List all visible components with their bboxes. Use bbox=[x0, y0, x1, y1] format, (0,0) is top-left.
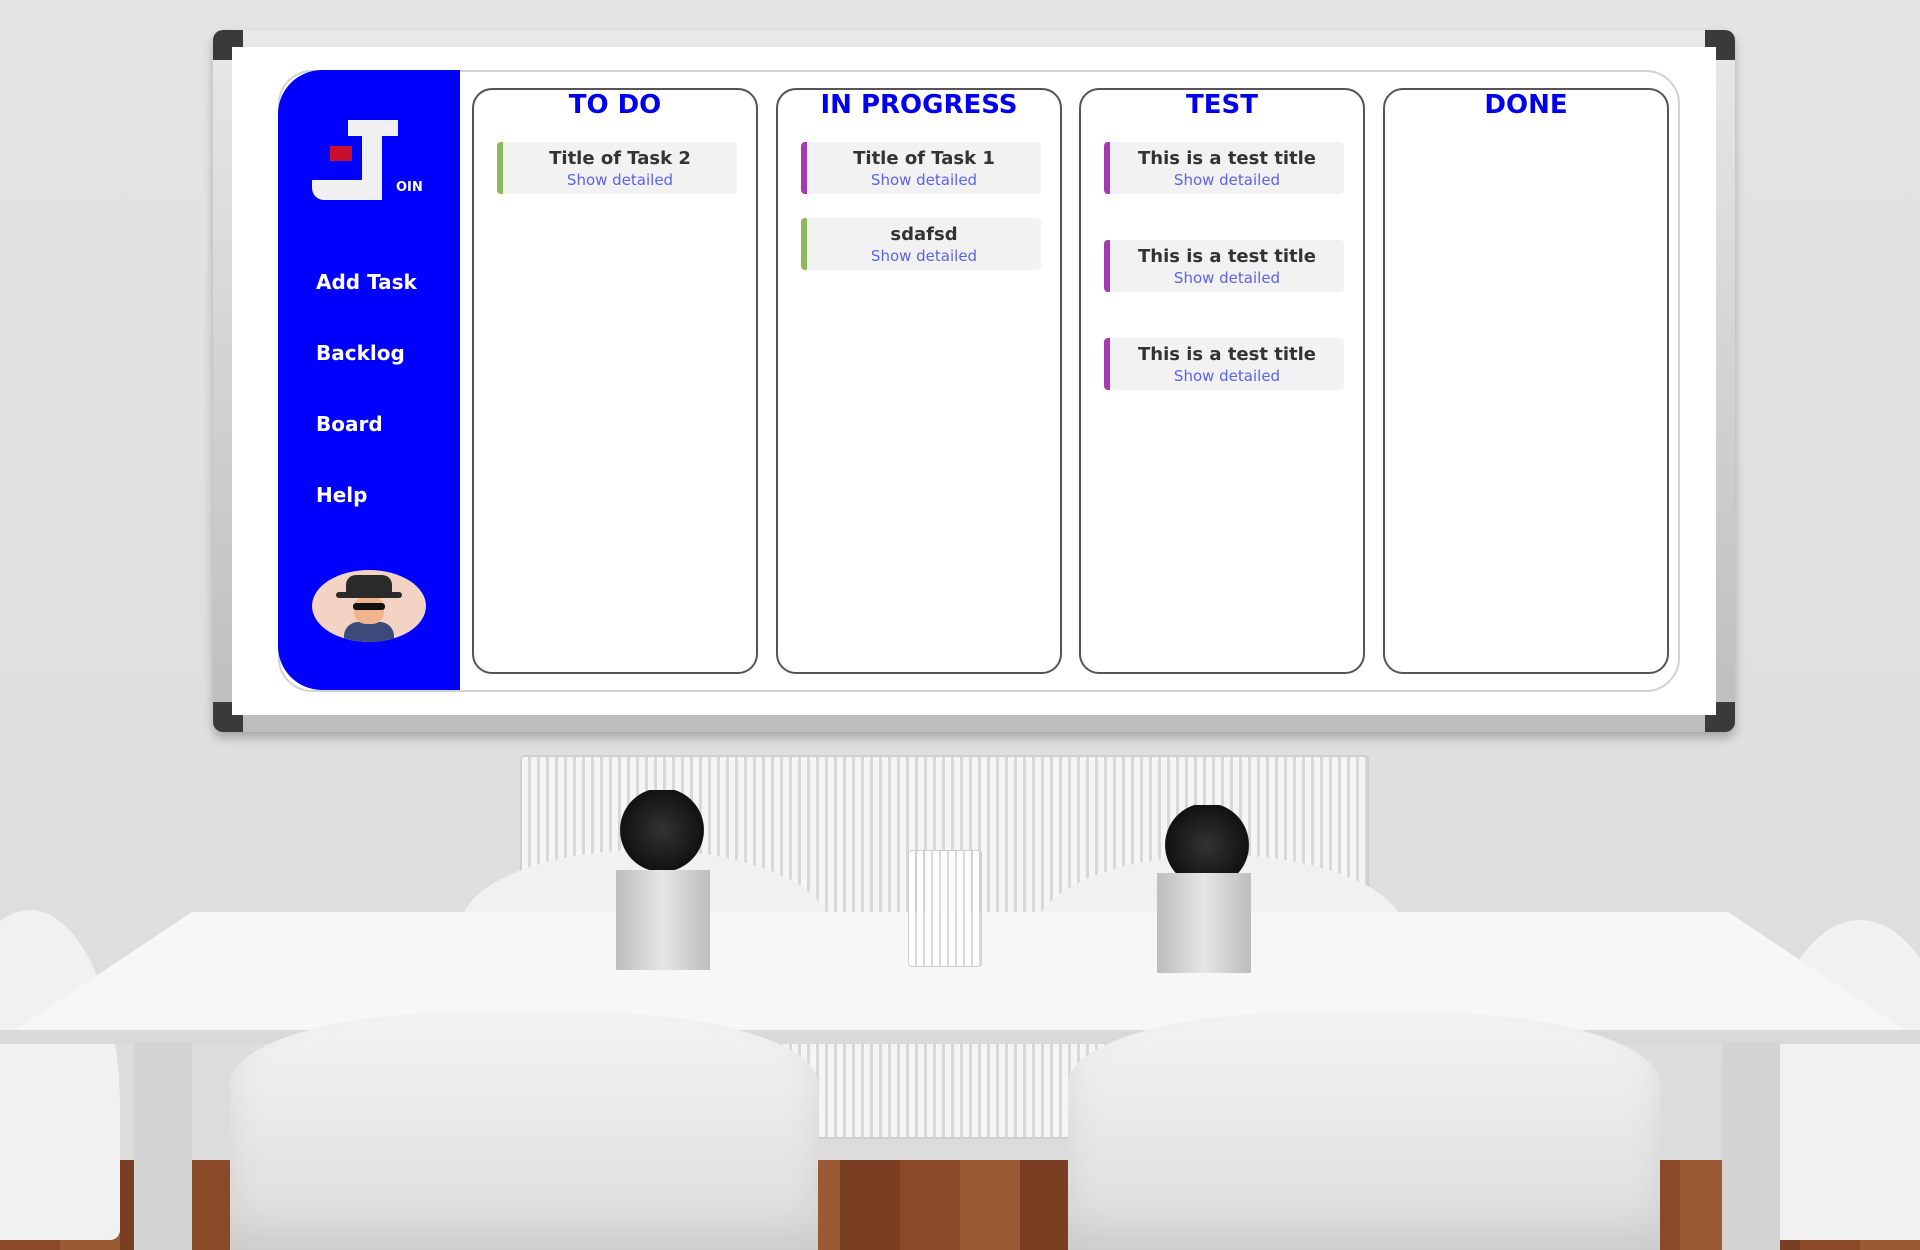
avatar-sunglasses bbox=[353, 603, 385, 610]
task-card[interactable]: sdafsd Show detailed bbox=[801, 218, 1041, 270]
show-detailed-link[interactable]: Show detailed bbox=[1110, 366, 1344, 390]
task-card[interactable]: Title of Task 2 Show detailed bbox=[497, 142, 737, 194]
column-title: DONE bbox=[1484, 90, 1568, 120]
task-title: This is a test title bbox=[1138, 246, 1316, 267]
task-card[interactable]: Title of Task 1 Show detailed bbox=[801, 142, 1041, 194]
show-detailed-link[interactable]: Show detailed bbox=[1110, 170, 1344, 194]
sidebar-item-add-task[interactable]: Add Task bbox=[316, 270, 456, 341]
task-title: This is a test title bbox=[1138, 148, 1316, 169]
task-title: This is a test title bbox=[1138, 344, 1316, 365]
sidebar-item-help[interactable]: Help bbox=[316, 483, 456, 554]
avatar-body bbox=[344, 622, 394, 642]
column-title: TO DO bbox=[568, 90, 662, 120]
table-leg-left bbox=[134, 1042, 192, 1250]
sidebar: OIN Add Task Backlog Board Help bbox=[278, 70, 460, 690]
show-detailed-link[interactable]: Show detailed bbox=[807, 246, 1041, 270]
task-card[interactable]: This is a test title Show detailed bbox=[1104, 240, 1344, 292]
column-title: IN PROGRESS bbox=[820, 90, 1018, 120]
board-columns: TO DO Title of Task 2 Show detailed IN P… bbox=[472, 88, 1669, 674]
join-app: OIN Add Task Backlog Board Help TO DO Ti… bbox=[278, 70, 1680, 692]
show-detailed-link[interactable]: Show detailed bbox=[807, 170, 1041, 194]
logo-red-mark bbox=[330, 146, 352, 161]
column-in-progress[interactable]: IN PROGRESS Title of Task 1 Show detaile… bbox=[776, 88, 1062, 674]
plant-left bbox=[612, 790, 712, 870]
sidebar-nav: Add Task Backlog Board Help bbox=[316, 270, 456, 554]
plant-pot-right bbox=[1157, 873, 1251, 973]
column-todo[interactable]: TO DO Title of Task 2 Show detailed bbox=[472, 88, 758, 674]
task-card[interactable]: This is a test title Show detailed bbox=[1104, 338, 1344, 390]
table-leg-right bbox=[1722, 1042, 1780, 1250]
column-done[interactable]: DONE bbox=[1383, 88, 1669, 674]
chair-front-right bbox=[1068, 1012, 1660, 1250]
sidebar-item-board[interactable]: Board bbox=[316, 412, 456, 483]
avatar-hat bbox=[346, 575, 392, 595]
column-title: TEST bbox=[1186, 90, 1258, 120]
chair-front-left bbox=[230, 1012, 818, 1250]
logo-text: OIN bbox=[396, 180, 423, 195]
plant-pot-left bbox=[616, 870, 710, 970]
show-detailed-link[interactable]: Show detailed bbox=[503, 170, 737, 194]
sidebar-item-backlog[interactable]: Backlog bbox=[316, 341, 456, 412]
task-title: Title of Task 2 bbox=[549, 148, 691, 169]
logo-j-hook bbox=[312, 180, 382, 200]
join-logo[interactable]: OIN bbox=[310, 120, 430, 220]
task-card[interactable]: This is a test title Show detailed bbox=[1104, 142, 1344, 194]
avatar-face bbox=[354, 596, 384, 624]
user-avatar[interactable] bbox=[312, 570, 426, 642]
pencil-cup bbox=[908, 850, 982, 967]
show-detailed-link[interactable]: Show detailed bbox=[1110, 268, 1344, 292]
column-test[interactable]: TEST This is a test title Show detailed … bbox=[1079, 88, 1365, 674]
task-title: Title of Task 1 bbox=[853, 148, 995, 169]
task-title: sdafsd bbox=[890, 224, 958, 245]
